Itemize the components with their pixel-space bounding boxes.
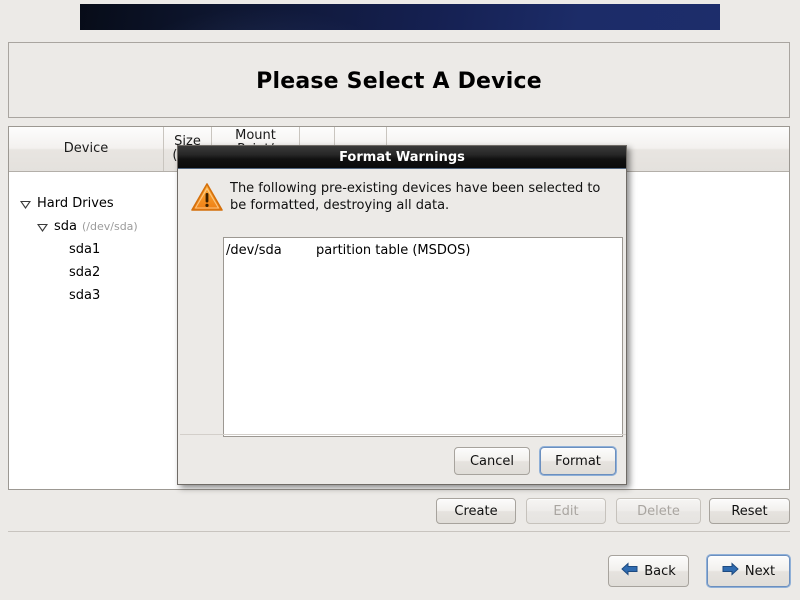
expander-triangle-icon[interactable] [20,197,33,210]
arrow-right-icon [722,562,739,580]
dialog-title: Format Warnings [339,149,465,165]
tree-node-path: (/dev/sda) [82,220,138,233]
page-title-frame: Please Select A Device [8,42,790,118]
format-warnings-dialog: Format Warnings The following pre-existi… [177,145,627,485]
dialog-body: The following pre-existing devices have … [178,169,626,437]
next-button[interactable]: Next [707,555,790,587]
dialog-button-row: Cancel Format [454,447,616,475]
list-item-device: /dev/sda [226,242,282,258]
reset-button[interactable]: Reset [709,498,790,524]
format-device-list[interactable]: /dev/sda partition table (MSDOS) [223,237,623,437]
page-title: Please Select A Device [256,69,542,94]
list-item[interactable]: /dev/sda partition table (MSDOS) [226,241,622,259]
list-item-detail: partition table (MSDOS) [316,242,471,258]
top-banner [80,4,720,30]
delete-button[interactable]: Delete [616,498,701,524]
edit-button[interactable]: Edit [526,498,606,524]
dialog-message: The following pre-existing devices have … [230,181,601,213]
cancel-button[interactable]: Cancel [454,447,530,475]
dialog-warning-row: The following pre-existing devices have … [190,179,614,214]
installer-screen: Please Select A Device Device Size (MB) … [0,0,800,600]
footer-divider [8,531,790,532]
dialog-divider [180,434,626,435]
tree-node-label: sda1 [69,242,101,257]
warning-triangle-icon [190,181,224,213]
create-button[interactable]: Create [436,498,516,524]
dialog-title-bar[interactable]: Format Warnings [178,146,626,169]
format-button[interactable]: Format [540,447,616,475]
tree-node-label: sda [54,219,77,234]
banner-swoosh-decoration [80,4,720,30]
back-button[interactable]: Back [608,555,689,587]
column-header-device[interactable]: Device [9,127,164,171]
tree-node-label: sda2 [69,265,101,280]
expander-triangle-icon[interactable] [37,220,50,233]
tree-node-label: sda3 [69,288,101,303]
tree-node-label: Hard Drives [37,196,114,211]
arrow-left-icon [621,562,638,580]
